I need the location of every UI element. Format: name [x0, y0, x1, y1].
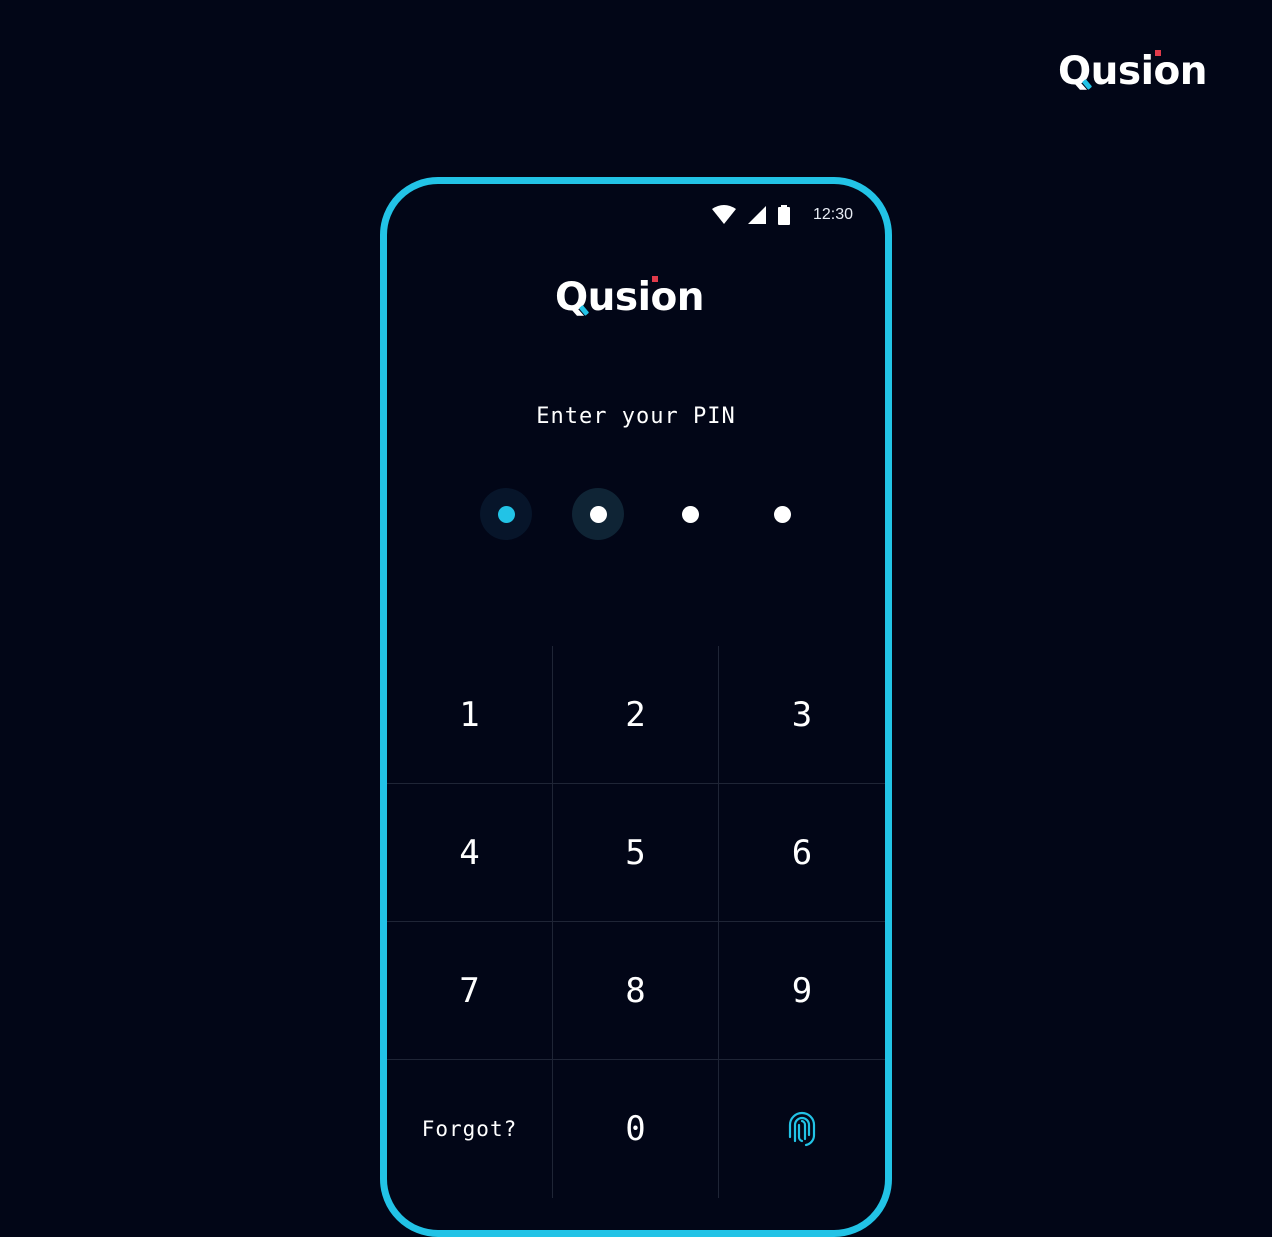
pin-dot-fill — [589, 505, 607, 523]
cellular-signal-icon — [747, 206, 766, 224]
brand-logo-text: Qusion — [1058, 49, 1207, 92]
logo-i-dot — [652, 276, 658, 282]
key-4[interactable]: 4 — [387, 784, 553, 922]
key-3[interactable]: 3 — [719, 646, 885, 784]
pin-dot-4 — [756, 488, 808, 540]
fingerprint-button[interactable] — [719, 1060, 885, 1198]
pin-keypad: 1 2 3 4 5 6 7 8 9 Forgot? 0 — [387, 646, 885, 1198]
key-7[interactable]: 7 — [387, 922, 553, 1060]
forgot-pin-button[interactable]: Forgot? — [387, 1060, 553, 1198]
key-2[interactable]: 2 — [553, 646, 719, 784]
key-5[interactable]: 5 — [553, 784, 719, 922]
brand-logo: Qusion — [1058, 49, 1208, 92]
status-bar: 12:30 — [711, 202, 853, 228]
app-logo: Qusion — [555, 275, 705, 320]
pin-dot-fill — [773, 505, 791, 523]
status-time: 12:30 — [812, 206, 853, 223]
key-9[interactable]: 9 — [719, 922, 885, 1060]
app-logo-text: Qusion — [555, 275, 704, 320]
phone-frame: 12:30 Qusion Enter your PIN 1 2 3 4 5 6 … — [380, 177, 892, 1237]
pin-dot-fill — [497, 505, 515, 523]
pin-prompt: Enter your PIN — [536, 404, 736, 429]
pin-dot-3 — [664, 488, 716, 540]
key-8[interactable]: 8 — [553, 922, 719, 1060]
pin-dot-fill — [681, 505, 699, 523]
pin-dot-1 — [480, 488, 532, 540]
battery-icon — [777, 205, 790, 225]
fingerprint-icon — [788, 1111, 816, 1147]
pin-dot-2 — [572, 488, 624, 540]
key-1[interactable]: 1 — [387, 646, 553, 784]
key-0[interactable]: 0 — [553, 1060, 719, 1198]
wifi-icon — [711, 205, 736, 224]
key-6[interactable]: 6 — [719, 784, 885, 922]
logo-i-dot — [1155, 50, 1161, 56]
